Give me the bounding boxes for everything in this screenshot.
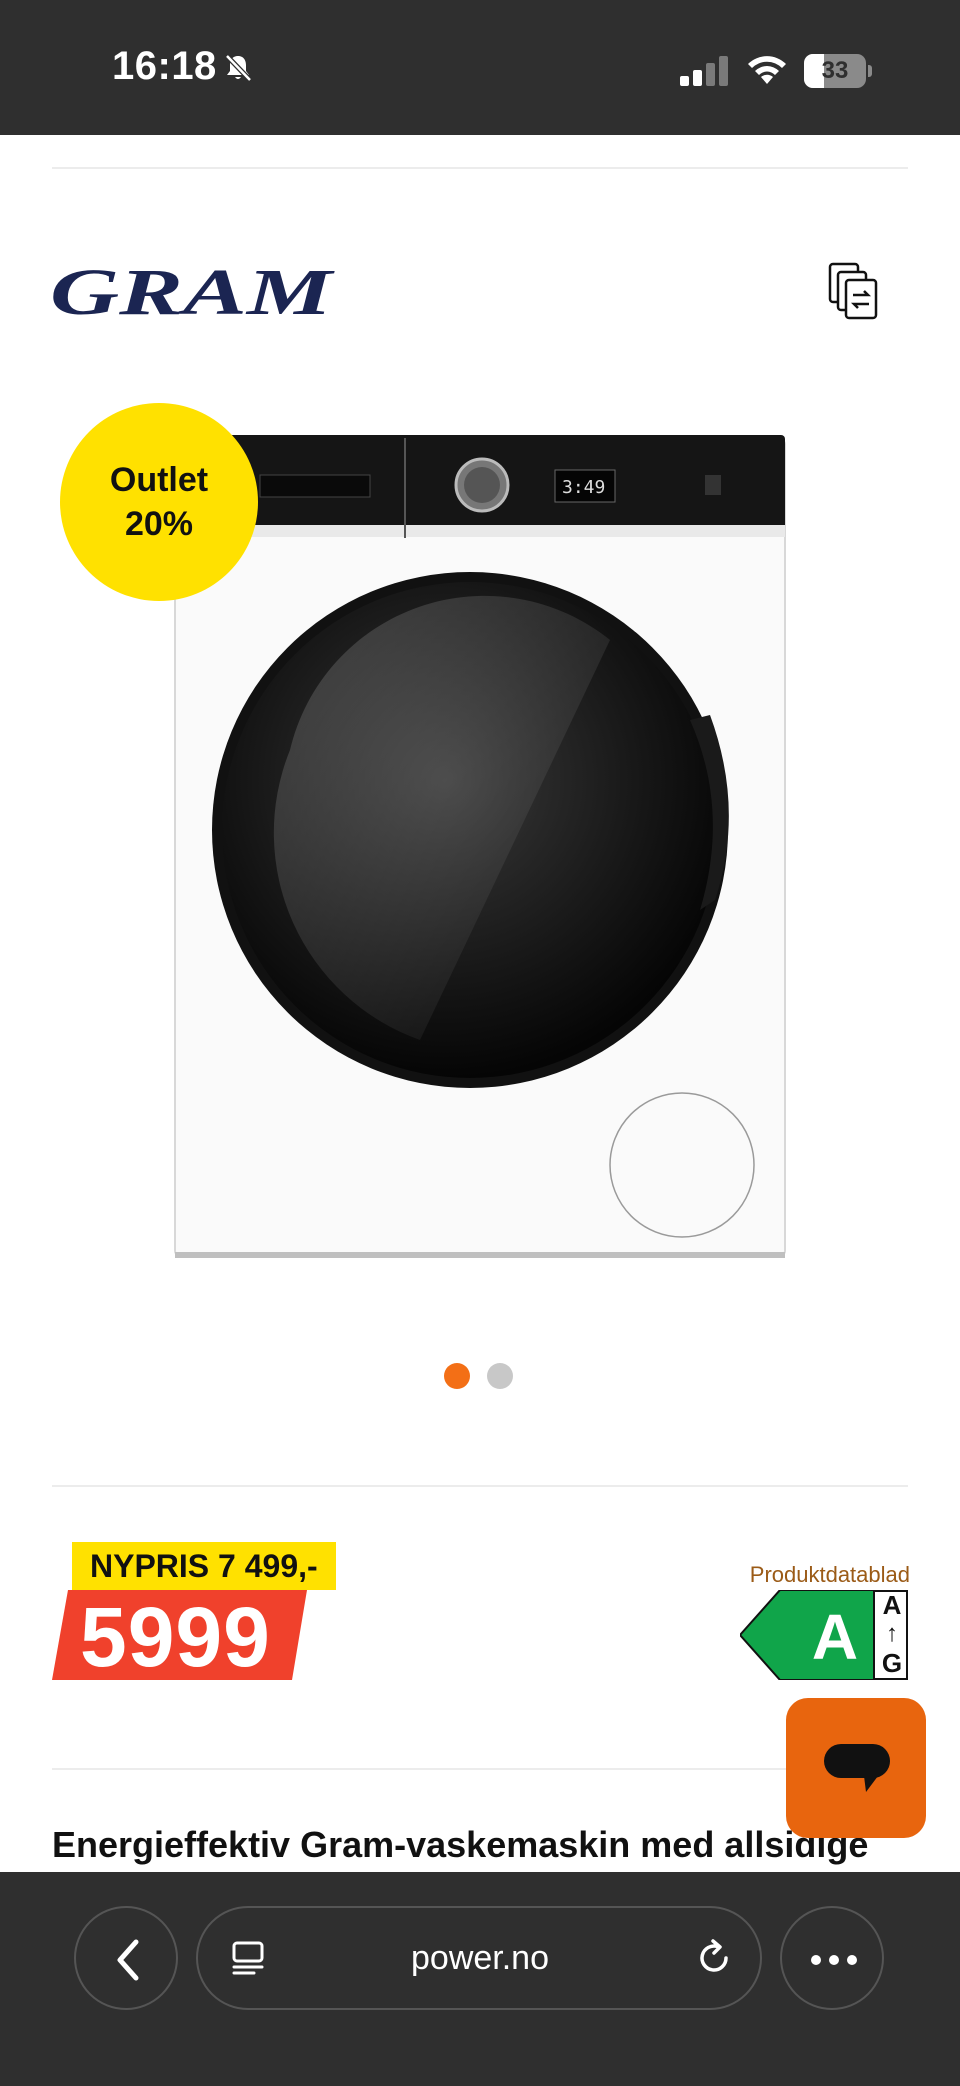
chat-icon <box>824 1744 890 1792</box>
compare-icon[interactable] <box>828 262 882 322</box>
battery-icon: 33 <box>804 54 872 88</box>
badge-line2: 20% <box>124 505 194 543</box>
outlet-badge: Outlet 20% <box>60 403 258 601</box>
energy-label[interactable]: A A ↑ G <box>740 1590 908 1680</box>
current-price: 5999 <box>80 1590 271 1684</box>
arrow-up-icon: ↑ <box>886 1620 898 1647</box>
back-button[interactable] <box>74 1906 178 2010</box>
wifi-icon <box>748 56 786 84</box>
bell-slash-icon <box>225 54 252 82</box>
carousel-dot[interactable] <box>444 1363 470 1389</box>
tabs-icon[interactable] <box>230 1940 266 1976</box>
chat-button[interactable] <box>786 1698 926 1838</box>
top-divider <box>52 167 908 169</box>
washing-machine-image[interactable]: GRAM 3:49 <box>170 430 790 1260</box>
battery-percent: 33 <box>821 57 849 84</box>
carousel-dots[interactable] <box>444 1363 513 1389</box>
nypris-label: NYPRIS 7 499,- <box>72 1542 336 1590</box>
back-icon <box>117 1939 139 1981</box>
energy-scale-bottom: G <box>881 1648 903 1678</box>
svg-text:GRAM: GRAM <box>50 256 335 328</box>
more-icon <box>811 1955 857 1965</box>
title-divider <box>52 1768 908 1770</box>
datasheet-link[interactable]: Produktdatablad <box>700 1562 910 1588</box>
url-text[interactable]: power.no <box>300 1936 660 1980</box>
cellular-signal-icon <box>680 56 728 86</box>
more-button[interactable] <box>780 1906 884 2010</box>
svg-text:3:49: 3:49 <box>562 477 605 498</box>
price-divider <box>52 1485 908 1487</box>
brand-logo[interactable]: GRAM <box>50 252 335 328</box>
energy-scale-top: A <box>882 1590 902 1620</box>
price-tag: 5999 <box>52 1590 307 1684</box>
status-time: 16:18 <box>112 44 217 88</box>
carousel-dot[interactable] <box>487 1363 513 1389</box>
energy-class: A <box>811 1601 859 1673</box>
reload-icon[interactable] <box>694 1938 734 1978</box>
badge-line1: Outlet <box>109 461 209 499</box>
status-bar: 16:18 33 <box>0 0 960 135</box>
